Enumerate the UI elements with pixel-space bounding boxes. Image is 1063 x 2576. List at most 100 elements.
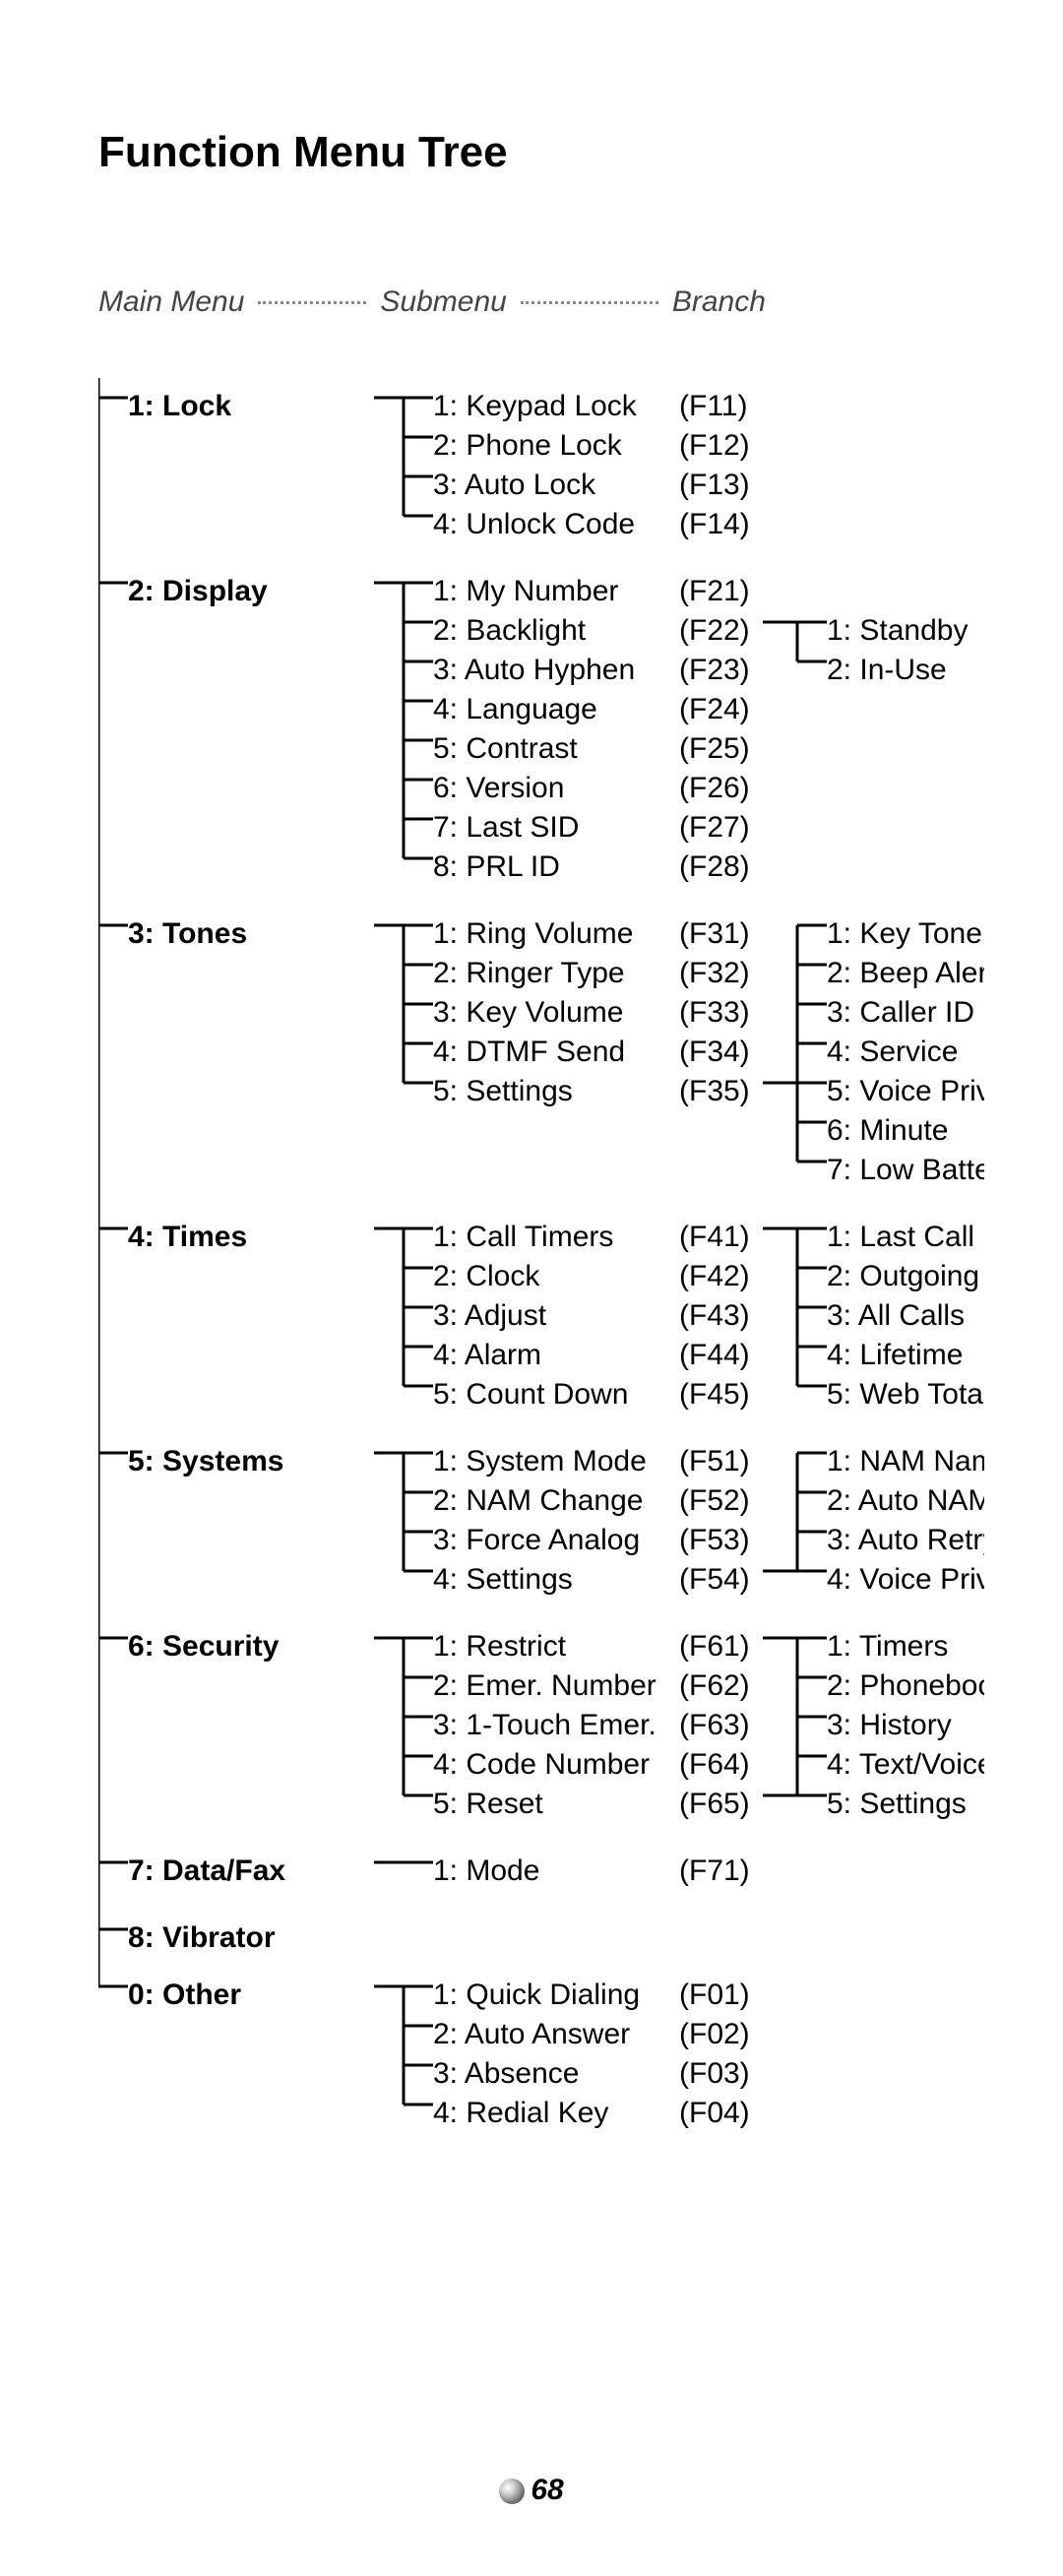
menu-label: (F43) xyxy=(679,1299,750,1332)
menu-label: 2: Outgoing xyxy=(827,1260,979,1292)
menu-label: 4: Code Number xyxy=(433,1748,650,1781)
menu-label: 3: Tones xyxy=(128,917,247,950)
menu-label: (F25) xyxy=(679,732,750,765)
menu-label: 3: Auto Hyphen xyxy=(433,654,635,686)
menu-label: 1: Quick Dialing xyxy=(433,1979,640,2011)
menu-label: 3: 1-Touch Emer. xyxy=(433,1709,657,1741)
menu-label: 4: Alarm xyxy=(433,1339,541,1371)
menu-label: (F27) xyxy=(679,811,750,844)
menu-label: 4: Language xyxy=(433,693,597,725)
menu-label: 4: DTMF Send xyxy=(433,1036,625,1068)
menu-label: 3: Adjust xyxy=(433,1299,547,1332)
menu-label: 0: Other xyxy=(128,1979,241,2011)
menu-label: 7: Data/Fax xyxy=(128,1854,285,1887)
menu-label: (F35) xyxy=(679,1075,750,1107)
menu-label: 2: Clock xyxy=(433,1260,540,1292)
menu-label: 7: Last SID xyxy=(433,811,579,844)
menu-label: 2: Phone Lock xyxy=(433,429,623,462)
menu-label: 5: Settings xyxy=(433,1075,573,1107)
menu-label: (F03) xyxy=(679,2057,750,2090)
menu-label: (F53) xyxy=(679,1524,750,1556)
menu-label: 3: Absence xyxy=(433,2057,579,2090)
menu-label: 2: Display xyxy=(128,575,268,607)
menu-tree-diagram: 1: Lock 1: Keypad Lock (F11) 2: Phone Lock (… xyxy=(98,378,984,2171)
menu-label: (F11) xyxy=(679,390,747,422)
menu-label: (F62) xyxy=(679,1669,750,1702)
menu-label: (F31) xyxy=(679,917,750,950)
menu-label: (F12) xyxy=(679,429,750,462)
dots-icon xyxy=(521,301,658,304)
menu-label: 2: Emer. Number xyxy=(433,1669,657,1702)
menu-label: 5: Settings xyxy=(827,1788,967,1820)
page-ornament-icon xyxy=(499,2479,525,2504)
menu-label: (F51) xyxy=(679,1445,750,1477)
menu-label: 1: Call Timers xyxy=(433,1221,613,1253)
menu-label: (F23) xyxy=(679,654,750,686)
menu-label: 1: Restrict xyxy=(433,1630,567,1663)
menu-label: 1: Standby xyxy=(827,614,968,647)
menu-label: (F52) xyxy=(679,1484,750,1517)
menu-label: 1: NAM Name Tag xyxy=(827,1445,984,1477)
menu-label: 4: Unlock Code xyxy=(433,508,635,540)
menu-label: 2: In-Use xyxy=(827,654,947,686)
menu-label: 5: Systems xyxy=(128,1445,283,1477)
menu-label: 7: Low Battery xyxy=(827,1154,984,1186)
column-headers: Main Menu Submenu Branch xyxy=(98,285,974,319)
menu-label: (F32) xyxy=(679,957,750,989)
menu-label: (F22) xyxy=(679,614,750,647)
dots-icon xyxy=(258,301,366,304)
menu-label: 2: Ringer Type xyxy=(433,957,625,989)
menu-label: 1: Last Call xyxy=(827,1221,974,1253)
menu-label: 2: Auto NAM xyxy=(827,1484,984,1517)
menu-label: 1: Key Tone xyxy=(827,917,982,950)
menu-label: 5: Contrast xyxy=(433,732,578,765)
menu-label: 1: Lock xyxy=(128,390,231,422)
menu-label: (F34) xyxy=(679,1036,750,1068)
page-number: 68 xyxy=(0,2474,1063,2507)
menu-label: 5: Reset xyxy=(433,1788,543,1820)
menu-label: (F42) xyxy=(679,1260,750,1292)
menu-label: 6: Security xyxy=(128,1630,280,1663)
menu-label: (F21) xyxy=(679,575,750,607)
menu-label: (F64) xyxy=(679,1748,750,1781)
menu-label: (F41) xyxy=(679,1221,750,1253)
menu-label: 2: Phonebook xyxy=(827,1669,984,1702)
menu-label: 5: Voice Privacy xyxy=(827,1075,984,1107)
menu-label: 1: Ring Volume xyxy=(433,917,633,950)
page-title: Function Menu Tree xyxy=(98,128,974,177)
header-sub: Submenu xyxy=(380,285,506,319)
menu-label: (F24) xyxy=(679,693,750,725)
menu-label: 1: Keypad Lock xyxy=(433,390,638,422)
menu-label: 3: Key Volume xyxy=(433,996,623,1029)
menu-label: 5: Web Total xyxy=(827,1378,984,1411)
menu-label: (F28) xyxy=(679,850,750,883)
menu-label: 3: Caller ID xyxy=(827,996,974,1029)
menu-label: (F26) xyxy=(679,772,750,804)
menu-label: 3: All Calls xyxy=(827,1299,965,1332)
menu-label: 8: Vibrator xyxy=(128,1921,276,1954)
menu-label: 2: NAM Change xyxy=(433,1484,643,1517)
menu-label: 1: My Number xyxy=(433,575,618,607)
menu-label: 3: Auto Lock xyxy=(433,469,596,501)
menu-label: 4: Lifetime xyxy=(827,1339,963,1371)
menu-label: (F65) xyxy=(679,1788,750,1820)
menu-label: 2: Backlight xyxy=(433,614,587,647)
menu-label: (F45) xyxy=(679,1378,750,1411)
menu-label: (F63) xyxy=(679,1709,750,1741)
menu-label: 1: System Mode xyxy=(433,1445,647,1477)
menu-label: 4: Service xyxy=(827,1036,958,1068)
menu-label: 6: Minute xyxy=(827,1114,948,1147)
menu-label: 8: PRL ID xyxy=(433,850,560,883)
menu-label: 2: Auto Answer xyxy=(433,2018,630,2050)
menu-label: 4: Redial Key xyxy=(433,2097,608,2129)
menu-label: (F54) xyxy=(679,1563,750,1596)
menu-label: 4: Voice Privacy xyxy=(827,1563,984,1596)
menu-label: 3: History xyxy=(827,1709,952,1741)
menu-label: 1: Timers xyxy=(827,1630,948,1663)
menu-label: (F61) xyxy=(679,1630,750,1663)
page: Function Menu Tree Main Menu Submenu Bra… xyxy=(0,0,1063,2576)
menu-label: 2: Beep Alert xyxy=(827,957,984,989)
menu-label: (F13) xyxy=(679,469,750,501)
menu-label: (F14) xyxy=(679,508,750,540)
menu-label: 3: Auto Retry xyxy=(827,1524,984,1556)
